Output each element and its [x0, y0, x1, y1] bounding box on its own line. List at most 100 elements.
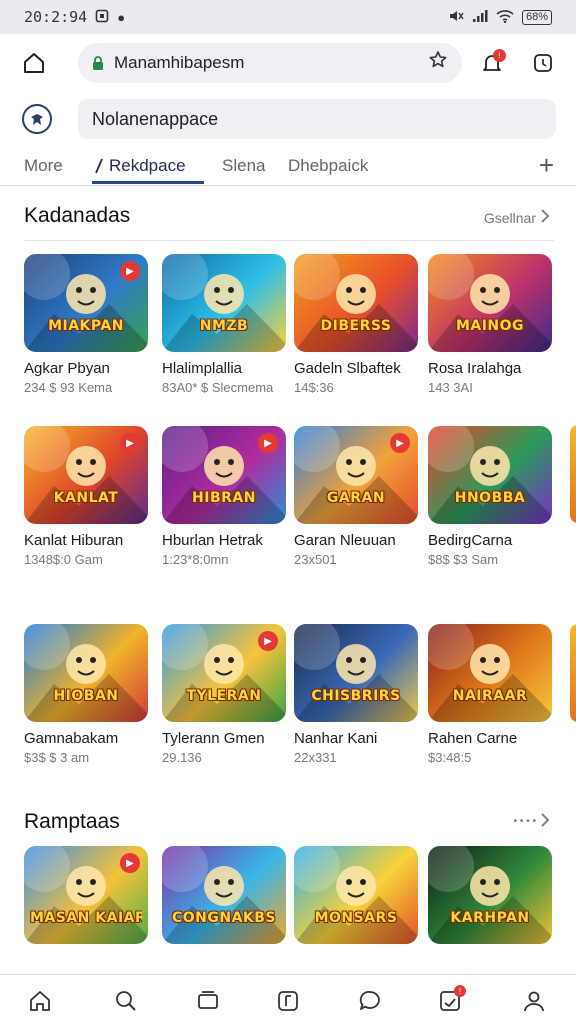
- url-bar[interactable]: Manamhibapesm: [78, 43, 462, 83]
- carousel-peek: [570, 624, 576, 722]
- game-title: Hlalimplallia: [162, 360, 243, 377]
- tab-more[interactable]: More: [24, 150, 63, 182]
- add-tab-icon[interactable]: +: [539, 150, 554, 180]
- game-thumbnail[interactable]: NAIRAAR: [428, 624, 552, 722]
- game-title: Gadeln Slbaftek: [294, 360, 401, 377]
- game-card[interactable]: MASAN KAIAR ▶: [24, 846, 148, 944]
- nav-library-button[interactable]: [190, 983, 226, 1019]
- game-card[interactable]: CHISBRIRS Nanhar Kani 22x331: [294, 624, 418, 765]
- game-card[interactable]: KANLAT ▶ Kanlat Hiburan 1348$:0 Gam: [24, 426, 148, 567]
- game-art-icon: [428, 624, 552, 722]
- play-badge-icon: ▶: [120, 433, 140, 453]
- game-art-icon: [428, 426, 552, 524]
- chat-icon: [359, 991, 380, 1010]
- game-meta: 143 3AI: [428, 380, 473, 395]
- dot-icon: ●: [117, 9, 126, 25]
- game-thumbnail[interactable]: MAINOG: [428, 254, 552, 352]
- game-card[interactable]: HIBRAN ▶ Hburlan Hetrak 1:23*8:0mn: [162, 426, 286, 567]
- nav-updates-button[interactable]: !: [432, 983, 468, 1019]
- game-card[interactable]: KARHPAN: [428, 846, 552, 944]
- game-title: Hburlan Hetrak: [162, 532, 263, 549]
- home-button[interactable]: [14, 43, 54, 83]
- bottom-navigation: !: [0, 974, 576, 1024]
- game-logo-text: MIAKPAN: [48, 318, 124, 334]
- game-logo-text: CONGNAKBS: [171, 910, 277, 926]
- game-logo-text: MASAN KAIAR: [30, 910, 142, 926]
- tabs-button[interactable]: [523, 43, 563, 83]
- game-thumbnail[interactable]: KANLAT ▶: [24, 426, 148, 524]
- tab-dhebpaick[interactable]: Dhebpaick: [288, 150, 368, 182]
- game-thumbnail[interactable]: TYLERAN ▶: [162, 624, 286, 722]
- game-card[interactable]: MONSARS: [294, 846, 418, 944]
- game-card[interactable]: MAINOG Rosa Iralahga 143 3AI: [428, 254, 552, 395]
- carousel-peek: [570, 425, 576, 523]
- compass-icon: [95, 158, 103, 174]
- play-badge-icon: ▶: [390, 433, 410, 453]
- section-title: Kadanadas: [24, 204, 131, 227]
- more-dots-icon: • • • •: [513, 816, 536, 827]
- play-badge-icon: ▶: [120, 261, 140, 281]
- game-card[interactable]: CONGNAKBS: [162, 846, 286, 944]
- game-meta: $3$ $ 3 am: [24, 750, 90, 765]
- game-thumbnail[interactable]: MONSARS: [294, 846, 418, 944]
- game-thumbnail[interactable]: HIBRAN ▶: [162, 426, 286, 524]
- game-thumbnail[interactable]: CONGNAKBS: [162, 846, 286, 944]
- game-card[interactable]: NMZB Hlalimplallia 83A0* $ Slecmema: [162, 254, 286, 395]
- app-logo-icon[interactable]: [22, 104, 52, 134]
- game-thumbnail[interactable]: GARAN ▶: [294, 426, 418, 524]
- game-thumbnail[interactable]: MIAKPAN ▶: [24, 254, 148, 352]
- search-input[interactable]: [78, 99, 556, 139]
- section-title: Ramptaas: [24, 810, 120, 833]
- section-divider: [24, 240, 554, 241]
- home-icon: [30, 991, 50, 1011]
- game-card[interactable]: TYLERAN ▶ Tylerann Gmen 29.136: [162, 624, 286, 765]
- game-thumbnail[interactable]: HNOBBA: [428, 426, 552, 524]
- game-thumbnail[interactable]: NMZB: [162, 254, 286, 352]
- tab-bar: More Rekdpace Slena Dhebpaick +: [0, 146, 576, 186]
- library-icon: [198, 991, 218, 1009]
- search-row: [0, 92, 576, 146]
- game-title: Gamnabakam: [24, 730, 119, 747]
- battery-indicator: 68%: [521, 9, 552, 25]
- game-card[interactable]: HNOBBA BedirgCarna $8$ $3 Sam: [428, 426, 552, 567]
- nav-profile-button[interactable]: [516, 983, 552, 1019]
- game-logo-text: MONSARS: [314, 910, 398, 926]
- game-logo-text: HIBRAN: [192, 490, 256, 506]
- game-thumbnail[interactable]: CHISBRIRS: [294, 624, 418, 722]
- notifications-button[interactable]: !: [472, 43, 512, 83]
- game-card[interactable]: HIOBAN Gamnabakam $3$ $ 3 am: [24, 624, 148, 765]
- see-all-link[interactable]: Gsellnar: [484, 209, 550, 226]
- game-card[interactable]: NAIRAAR Rahen Carne $3:48:5: [428, 624, 552, 765]
- game-card[interactable]: DIBERSS Gadeln Slbaftek 14$:36: [294, 254, 418, 395]
- game-art-icon: [294, 624, 418, 722]
- nav-games-button[interactable]: [270, 983, 306, 1019]
- game-thumbnail[interactable]: KARHPAN: [428, 846, 552, 944]
- game-card[interactable]: MIAKPAN ▶ Agkar Pbyan 234 $ 93 Kema: [24, 254, 148, 395]
- bookmark-star-icon[interactable]: [428, 50, 448, 76]
- tab-slena[interactable]: Slena: [222, 150, 265, 182]
- game-logo-text: GARAN: [326, 490, 386, 506]
- game-thumbnail[interactable]: MASAN KAIAR ▶: [24, 846, 148, 944]
- game-art-icon: [428, 254, 552, 352]
- game-logo-text: DIBERSS: [320, 318, 392, 334]
- signal-icon: [472, 9, 488, 26]
- tab-rekdpace-label: Rekdpace: [109, 156, 186, 175]
- profile-icon: [524, 991, 544, 1012]
- see-all-link[interactable]: • • • •: [514, 813, 550, 830]
- chevron-right-icon: [540, 209, 550, 226]
- game-logo-text: KANLAT: [53, 490, 119, 506]
- home-icon: [24, 53, 44, 73]
- game-card[interactable]: GARAN ▶ Garan Nleuuan 23x501: [294, 426, 418, 567]
- game-art-icon: [24, 624, 148, 722]
- nav-chat-button[interactable]: [352, 983, 388, 1019]
- tab-rekdpace[interactable]: Rekdpace: [92, 150, 186, 182]
- nav-search-button[interactable]: [108, 983, 144, 1019]
- game-thumbnail[interactable]: HIOBAN: [24, 624, 148, 722]
- game-logo-text: TYLERAN: [186, 688, 262, 704]
- game-thumbnail[interactable]: DIBERSS: [294, 254, 418, 352]
- game-meta: $3:48:5: [428, 750, 472, 765]
- game-meta: 1348$:0 Gam: [24, 552, 103, 567]
- game-title: Rahen Carne: [428, 730, 518, 747]
- lock-icon: [92, 56, 104, 70]
- nav-home-button[interactable]: [22, 983, 58, 1019]
